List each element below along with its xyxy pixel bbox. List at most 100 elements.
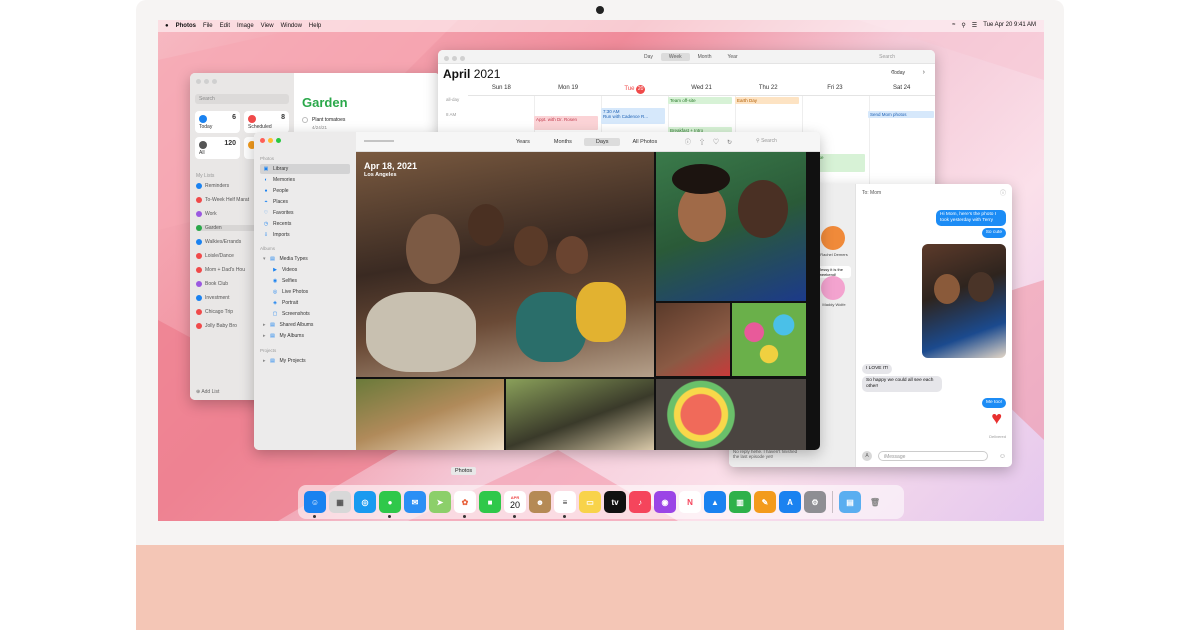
tab-days[interactable]: Days	[583, 138, 621, 146]
add-list-button[interactable]: ⊕ Add List	[196, 389, 219, 395]
list-item[interactable]: Investment	[196, 295, 229, 301]
zoom-button[interactable]	[276, 138, 281, 143]
sidebar-item-library[interactable]: ▣ Library	[260, 164, 350, 174]
tv-icon[interactable]: tv	[604, 491, 626, 513]
podcasts-icon[interactable]: ◉	[654, 491, 676, 513]
photo-tile-cake[interactable]	[656, 379, 806, 450]
sidebar-item-portrait[interactable]: ◈ Portrait	[260, 298, 350, 308]
emoji-icon[interactable]: ☺	[999, 453, 1006, 460]
sidebar-item-live-photos[interactable]: ◎ Live Photos	[260, 287, 350, 297]
menu-file[interactable]: File	[203, 23, 213, 29]
sidebar-item-recents[interactable]: ◷ Recents	[260, 219, 350, 229]
control-center-icon[interactable]: ☰	[972, 22, 977, 29]
tab-week[interactable]: Week	[660, 53, 690, 61]
chevron-right-icon[interactable]: ▸	[263, 322, 266, 328]
sidebar-item-favorites[interactable]: ♡ Favorites	[260, 208, 350, 218]
reminders-icon[interactable]: ≡	[554, 491, 576, 518]
calendar-event[interactable]: Earth Day	[735, 97, 799, 104]
menu-view[interactable]: View	[261, 23, 274, 29]
info-icon[interactable]: ⓘ	[685, 140, 699, 146]
finder-icon[interactable]: ☺	[304, 491, 326, 518]
avatar[interactable]	[821, 226, 845, 250]
menu-clock[interactable]: Tue Apr 20 9:41 AM	[983, 22, 1036, 29]
info-icon[interactable]: ⓘ	[1000, 188, 1006, 197]
photos-search-input[interactable]: ⚲ Search	[756, 138, 806, 147]
zoom-button[interactable]	[460, 56, 465, 61]
sidebar-item-videos[interactable]: ▶ Videos	[260, 265, 350, 275]
sidebar-item-places[interactable]: ⌖ Places	[260, 197, 350, 207]
photo-tile-girl[interactable]	[356, 379, 504, 450]
chevron-right-icon[interactable]: ▸	[263, 333, 266, 339]
zoom-button[interactable]	[212, 79, 217, 84]
conversation-preview[interactable]: No reply hehe. I haven't finished the la…	[733, 449, 803, 459]
sidebar-item-my-projects[interactable]: ▸ ▤ My Projects	[260, 356, 350, 366]
calendar-event[interactable]: Send Mom photos	[868, 111, 934, 118]
chevron-right-icon[interactable]: ›	[923, 69, 925, 76]
reminders-search-input[interactable]: Search	[195, 94, 289, 104]
close-button[interactable]	[196, 79, 201, 84]
notes-icon[interactable]: ▭	[579, 491, 601, 513]
message-photo[interactable]	[922, 244, 1006, 358]
smart-list-all[interactable]: 120 All	[195, 137, 240, 159]
checkbox[interactable]	[302, 117, 308, 123]
tab-years[interactable]: Years	[504, 138, 542, 146]
photo-tile-group[interactable]: Apr 18, 2021 Los Angeles	[356, 152, 654, 377]
list-item[interactable]: Loisle/Dance	[196, 253, 234, 259]
numbers-icon[interactable]: ▥	[729, 491, 751, 513]
sidebar-item-screenshots[interactable]: ▢ Screenshots	[260, 309, 350, 319]
list-item[interactable]: Walkies/Errands	[196, 239, 241, 245]
chevron-right-icon[interactable]: ▸	[263, 358, 266, 364]
photo-tile-selfie[interactable]	[656, 152, 806, 301]
sidebar-item-memories[interactable]: ◐ Memories	[260, 175, 350, 185]
sidebar-item-my-albums[interactable]: ▸ ▤ My Albums	[260, 331, 350, 341]
pages-icon[interactable]: ✎	[754, 491, 776, 513]
sidebar-item-shared-albums[interactable]: ▸ ▤ Shared Albums	[260, 320, 350, 330]
trash-icon[interactable]: 🗑	[864, 491, 886, 513]
music-icon[interactable]: ♪	[629, 491, 651, 513]
contacts-icon[interactable]: ☻	[529, 491, 551, 513]
tab-day[interactable]: Day	[636, 53, 661, 61]
message-input[interactable]: iMessage	[878, 451, 988, 461]
app-store-icon[interactable]: A	[779, 491, 801, 513]
sidebar-item-media-types[interactable]: ▾ ▤ Media Types	[260, 254, 350, 264]
list-item[interactable]: Work	[196, 211, 217, 217]
close-button[interactable]	[260, 138, 265, 143]
photos-icon[interactable]: ✿	[454, 491, 476, 518]
mail-icon[interactable]: ✉	[404, 491, 426, 513]
menu-window[interactable]: Window	[281, 23, 302, 29]
menu-app-name[interactable]: Photos	[176, 23, 196, 29]
downloads-folder-icon[interactable]: ▤	[839, 491, 861, 513]
minimize-button[interactable]	[268, 138, 273, 143]
calendar-event[interactable]: Team off-site	[668, 97, 732, 104]
reminder-item[interactable]: Plant tomatoes	[302, 117, 345, 123]
sidebar-item-people[interactable]: ● People	[260, 186, 350, 196]
messages-icon[interactable]: ●	[379, 491, 401, 518]
tab-all-photos[interactable]: All Photos	[620, 138, 669, 146]
wifi-icon[interactable]: ≈	[952, 22, 955, 29]
list-item[interactable]: Mom + Dad's Hou	[196, 267, 245, 273]
calendar-event[interactable]: Appt. with Dr. Rosen	[534, 116, 598, 130]
rotate-icon[interactable]: ↻	[727, 140, 740, 146]
photo-tile-kids[interactable]	[656, 303, 730, 376]
list-item[interactable]: To-Week Helf Marat	[196, 197, 249, 203]
minimize-button[interactable]	[204, 79, 209, 84]
menu-help[interactable]: Help	[309, 23, 321, 29]
photo-tile-woman[interactable]	[506, 379, 654, 450]
list-item[interactable]: Book Club	[196, 281, 228, 287]
minimize-button[interactable]	[452, 56, 457, 61]
favorite-icon[interactable]: ♡	[713, 140, 727, 146]
maps-icon[interactable]: ➤	[429, 491, 451, 513]
facetime-icon[interactable]: ■	[479, 491, 501, 513]
photo-tile-balloons[interactable]	[732, 303, 806, 376]
close-button[interactable]	[444, 56, 449, 61]
list-item[interactable]: Reminders	[196, 183, 229, 189]
tab-month[interactable]: Month	[690, 53, 720, 61]
spotlight-icon[interactable]: ⚲	[961, 22, 965, 29]
news-icon[interactable]: N	[679, 491, 701, 513]
tab-months[interactable]: Months	[542, 138, 584, 146]
smart-list-today[interactable]: 6 Today	[195, 111, 240, 133]
list-item[interactable]: Jolly Baby Bro	[196, 323, 237, 329]
launchpad-icon[interactable]: ▦	[329, 491, 351, 513]
safari-icon[interactable]: ◎	[354, 491, 376, 513]
keynote-icon[interactable]: ▲	[704, 491, 726, 513]
